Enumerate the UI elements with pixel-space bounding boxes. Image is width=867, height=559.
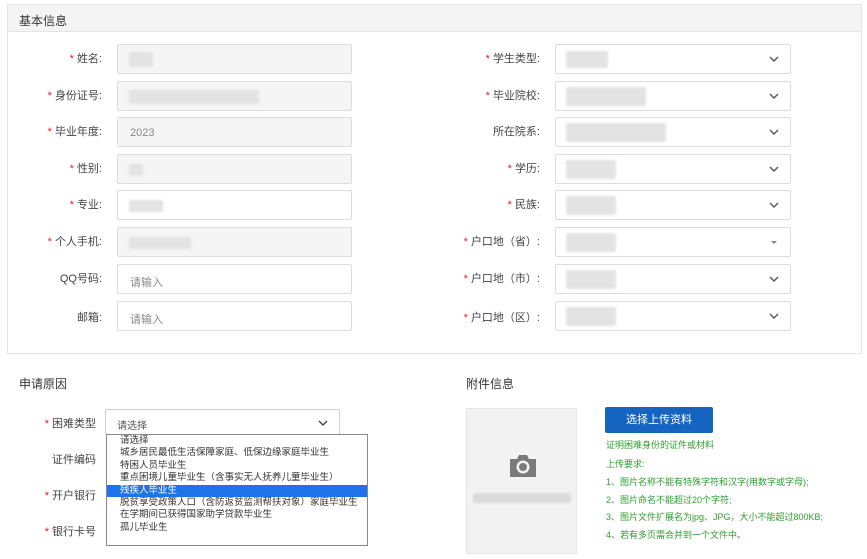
major-field[interactable] — [117, 190, 352, 220]
chevron-down-icon — [768, 163, 780, 175]
difficulty-type-select[interactable]: 请选择 — [105, 409, 340, 435]
ethnicity-label: * 民族: — [507, 199, 540, 211]
card-number-label: * 银行卡号 — [44, 526, 96, 538]
upload-rule: 3、图片文件扩展名为jpg、JPG，大小不能超过800KB; — [606, 512, 824, 522]
gender-label: * 性别: — [69, 163, 102, 175]
education-select[interactable] — [555, 154, 791, 184]
qq-input[interactable]: 请输入 — [117, 264, 352, 294]
cert-code-label: 证件编码 — [52, 454, 96, 466]
basic-info-header: 基本信息 — [7, 4, 862, 32]
mobile-field[interactable] — [117, 227, 352, 257]
school-label: * 毕业院校: — [485, 90, 540, 102]
school-select[interactable] — [555, 81, 791, 111]
chevron-down-icon — [768, 53, 780, 65]
chevron-down-icon — [768, 199, 780, 211]
chevron-down-icon — [768, 236, 780, 248]
upload-rule: 1、图片名称不能有特殊字符和汉字(用数字或字母); — [606, 477, 809, 487]
upload-rule: 4、若有多页需合并到一个文件中。 — [606, 530, 747, 540]
department-label: 所在院系: — [492, 126, 540, 138]
select-upload-button[interactable]: 选择上传资料 — [605, 407, 713, 433]
email-label: 邮箱: — [76, 312, 102, 324]
basic-info-title: 基本信息 — [19, 14, 68, 28]
graduation-year-field[interactable]: 2023 — [117, 117, 352, 147]
qq-label: QQ号码: — [59, 273, 102, 285]
upload-rule: 2、图片命名不能超过20个字符; — [606, 495, 732, 505]
chevron-down-icon — [317, 417, 329, 429]
option-item-selected[interactable]: 残疾人毕业生 — [107, 484, 367, 497]
upload-hint: 证明困难身份的证件或材料 — [606, 440, 715, 450]
gender-field[interactable] — [117, 154, 352, 184]
student-type-label: * 学生类型: — [485, 53, 540, 65]
hukou-city-select[interactable] — [555, 264, 791, 294]
hukou-district-select[interactable] — [555, 301, 791, 331]
student-type-select[interactable] — [555, 44, 791, 74]
education-label: * 学历: — [507, 163, 540, 175]
upload-requirements-title: 上传要求: — [606, 459, 645, 469]
difficulty-type-label: * 困难类型 — [44, 418, 96, 430]
mobile-label: * 个人手机: — [47, 236, 102, 248]
apply-reason-title: 申请原因 — [19, 377, 68, 391]
email-input[interactable]: 请输入 — [117, 301, 352, 331]
option-item[interactable]: 重点困境儿童毕业生（含事实无人抚养儿童毕业生） — [107, 472, 367, 484]
option-item[interactable]: 特困人员毕业生 — [107, 460, 367, 472]
name-field[interactable] — [117, 44, 352, 74]
hukou-city-label: * 户口地（市）: — [463, 273, 540, 285]
attachment-title: 附件信息 — [466, 377, 515, 391]
graduation-year-label: * 毕业年度: — [47, 126, 102, 138]
id-number-field[interactable] — [117, 81, 352, 111]
hukou-district-label: * 户口地（区）: — [463, 312, 540, 324]
upload-preview[interactable] — [466, 408, 577, 554]
bank-label: * 开户银行 — [44, 490, 96, 502]
ethnicity-select[interactable] — [555, 190, 791, 220]
option-item[interactable]: 孤儿毕业生 — [107, 522, 367, 534]
option-item[interactable]: 请选择 — [107, 435, 367, 447]
id-number-label: * 身份证号: — [47, 90, 102, 102]
hukou-province-select[interactable] — [555, 227, 791, 257]
chevron-down-icon — [768, 126, 780, 138]
name-label: * 姓名: — [69, 53, 102, 65]
chevron-down-icon — [768, 90, 780, 102]
option-item[interactable]: 脱贫享受政策人口（含防返贫监测帮扶对象）家庭毕业生 — [107, 497, 367, 509]
option-item[interactable]: 城乡居民最低生活保障家庭、低保边缘家庭毕业生 — [107, 447, 367, 459]
option-item[interactable]: 在学期间已获得国家助学贷款毕业生 — [107, 509, 367, 521]
chevron-down-icon — [768, 310, 780, 322]
department-select[interactable] — [555, 117, 791, 147]
hukou-province-label: * 户口地（省）: — [463, 236, 540, 248]
major-label: * 专业: — [69, 199, 102, 211]
difficulty-options-list[interactable]: 请选择 城乡居民最低生活保障家庭、低保边缘家庭毕业生 特困人员毕业生 重点困境儿… — [106, 434, 368, 546]
chevron-down-icon — [768, 273, 780, 285]
camera-icon — [510, 455, 536, 477]
